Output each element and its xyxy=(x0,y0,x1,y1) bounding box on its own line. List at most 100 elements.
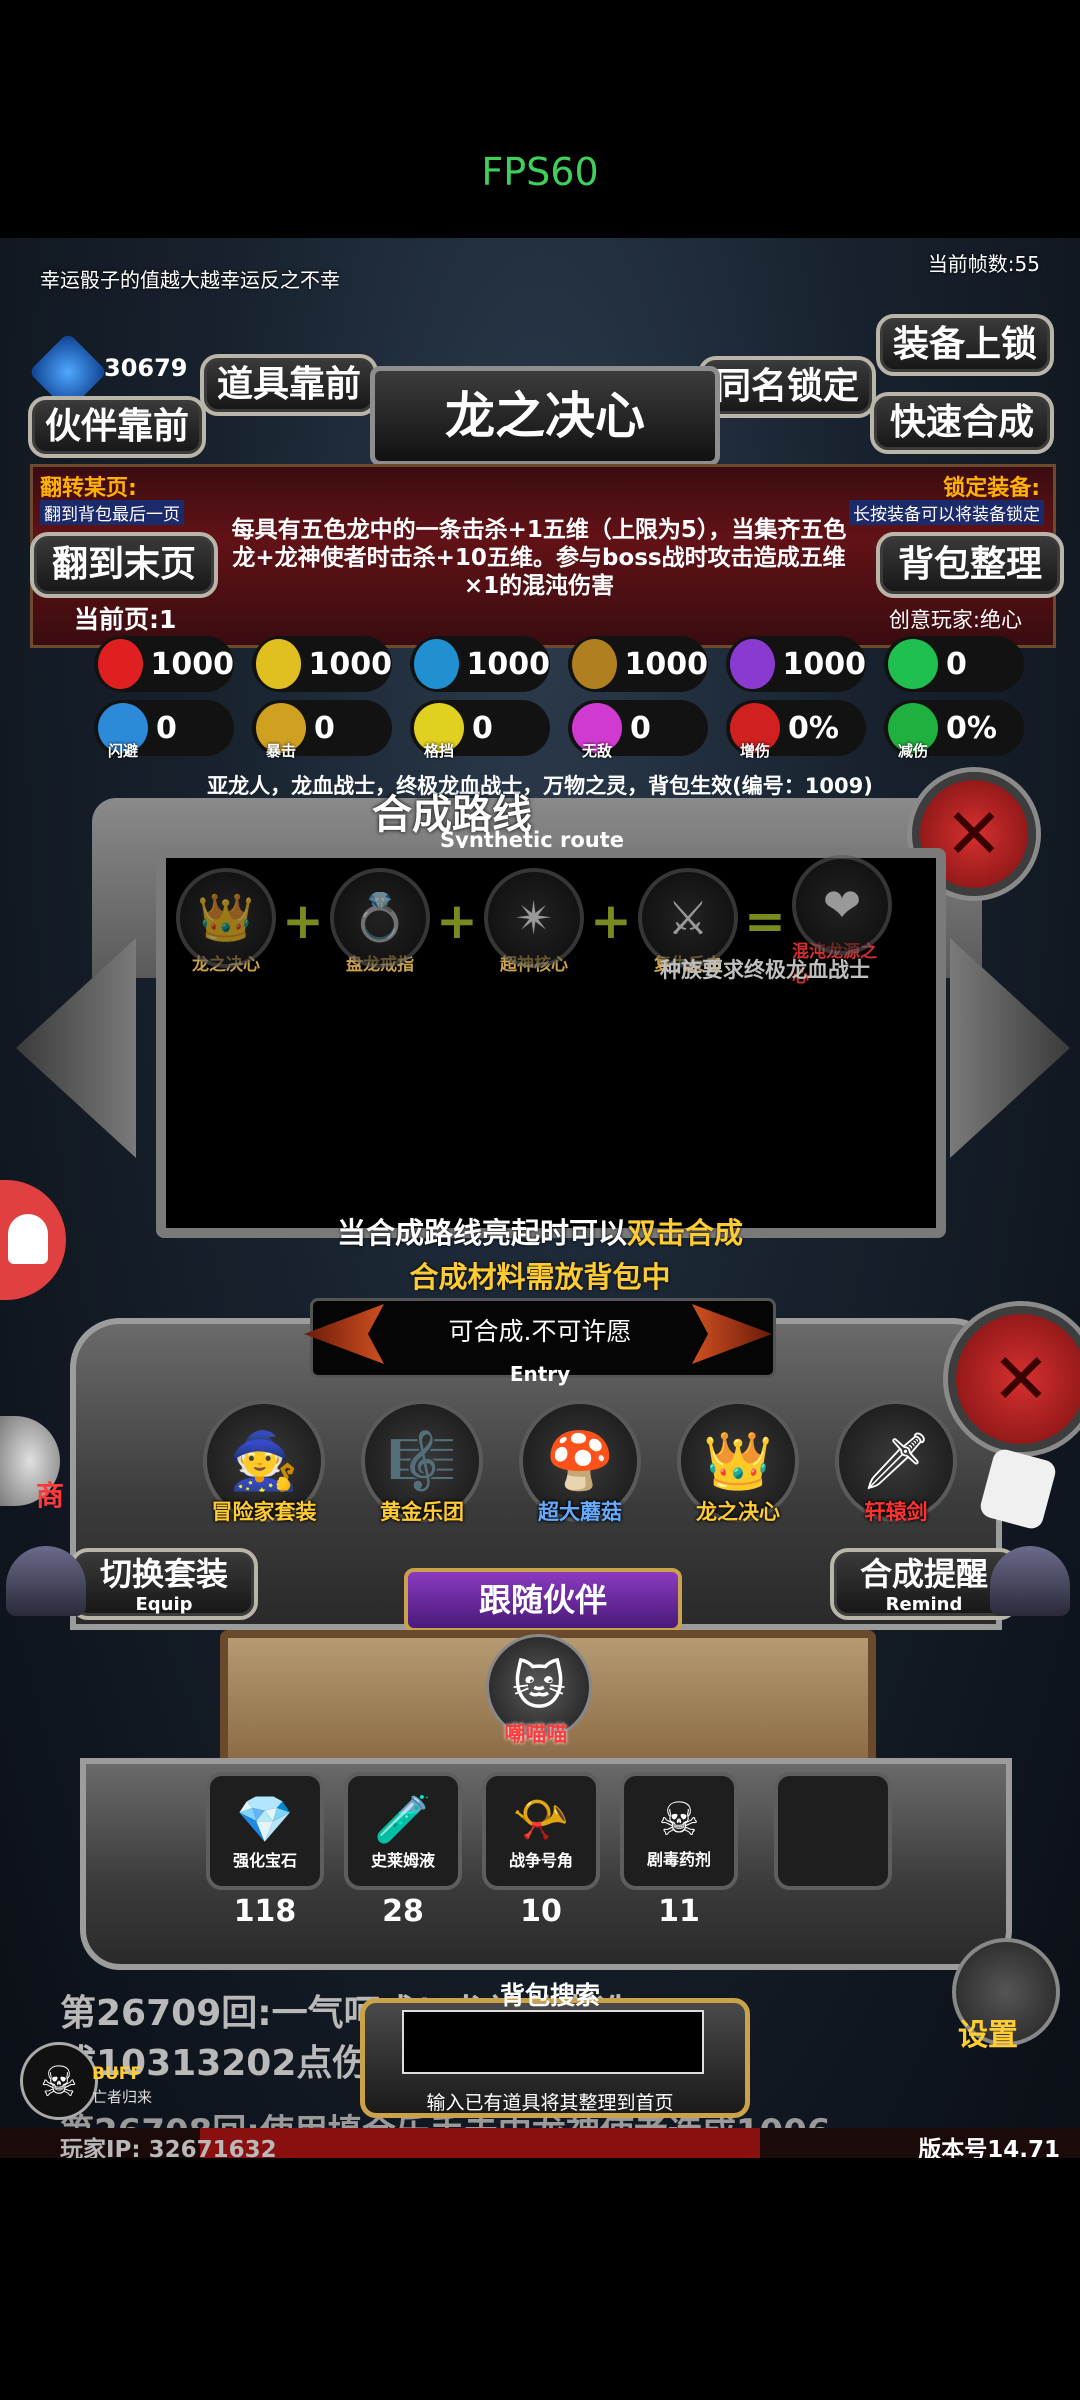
coin-count: 30679 xyxy=(104,354,188,382)
quick-craft-button[interactable]: 快速合成 xyxy=(870,392,1054,454)
buff-label: BUFF xyxy=(92,2064,142,2084)
stat-strength: 1000 xyxy=(252,636,392,692)
stat-heart: 1000 xyxy=(94,636,234,692)
consumable-slot: 📯 战争号角 xyxy=(482,1772,600,1890)
flip-page-label: 翻转某页: xyxy=(40,476,137,501)
consumable-name: 史莱姆液 xyxy=(370,1850,435,1870)
consumable-item[interactable]: 💎 强化宝石 118 xyxy=(206,1772,324,1929)
entry-item[interactable]: 🎼 黄金乐团 xyxy=(358,1400,486,1526)
entry-item[interactable]: 🍄 超大蘑菇 xyxy=(516,1400,644,1526)
plus-icon: + xyxy=(436,892,478,950)
stat-label: 暴击 xyxy=(266,742,297,760)
entry-item-label: 黄金乐团 xyxy=(380,1500,464,1524)
item-front-button[interactable]: 道具靠前 xyxy=(200,354,378,416)
follow-partner-banner: 跟随伙伴 xyxy=(404,1568,682,1632)
plus-icon: + xyxy=(590,892,632,950)
version-label: 版本号14.71 xyxy=(918,2137,1060,2158)
helmet-icon xyxy=(414,639,459,689)
clover-icon xyxy=(888,639,938,689)
consumable-item[interactable]: 🧪 史莱姆液 28 xyxy=(344,1772,462,1929)
settings-label: 设置 xyxy=(958,2018,1018,2053)
consumable-count: 11 xyxy=(658,1894,700,1929)
helmet-left-icon xyxy=(6,1546,86,1616)
motto-text: 幸运骰子的值越大越幸运反之不幸 xyxy=(40,268,340,292)
switch-equip-label: 切换套装 xyxy=(99,1555,228,1593)
stat-value: 0% xyxy=(946,710,997,746)
dragon-heart-icon: ❤ xyxy=(792,855,892,955)
entry-item-label: 超大蘑菇 xyxy=(538,1500,622,1524)
route-hint-highlight: 双击合成 xyxy=(627,1216,744,1250)
plus-icon: + xyxy=(282,892,324,950)
bag-search-input[interactable] xyxy=(402,2010,704,2074)
route-item[interactable]: ✴超神核心 xyxy=(484,867,584,975)
warrior-icon: ⚔ xyxy=(638,867,738,968)
poison-icon: ☠ xyxy=(658,1792,700,1846)
stat-value: 0% xyxy=(788,710,839,746)
stat-value: 0 xyxy=(472,710,493,746)
frame-count: 当前帧数:55 xyxy=(927,252,1040,276)
stat-label: 闪避 xyxy=(108,742,139,760)
consumable-slot: 🧪 史莱姆液 xyxy=(344,1772,462,1890)
stat-value: 1000 xyxy=(150,646,235,682)
entry-items: 🧙 冒险家套装 🎼 黄金乐团 🍄 超大蘑菇 👑 龙之决心 🗡 轩辕剑 xyxy=(200,1400,960,1526)
bag-search-hint: 输入已有道具将其整理到首页 xyxy=(426,2092,674,2114)
switch-equip-button[interactable]: 切换套装 Equip xyxy=(70,1548,258,1620)
stat-label: 减伤 xyxy=(898,742,929,760)
potion-icon: 🧪 xyxy=(374,1791,432,1846)
stat-lightning: 1000 xyxy=(726,636,866,692)
sword-icon xyxy=(572,639,617,689)
helmet-right-icon xyxy=(990,1546,1070,1616)
close-icon: ✕ xyxy=(944,793,1004,875)
stat-helmet: 1000 xyxy=(410,636,550,692)
consumable-item[interactable]: 📯 战争号角 10 xyxy=(482,1772,600,1929)
craft-remind-sub: Remind xyxy=(885,1594,963,1615)
stat-value: 1000 xyxy=(466,646,551,682)
shop-label: 商 xyxy=(36,1479,65,1512)
heart-icon xyxy=(98,639,143,689)
stat-damage-down: 0% 减伤 xyxy=(884,700,1024,760)
bag-search-label: 背包搜索 xyxy=(499,1981,600,2010)
empty-slot[interactable] xyxy=(774,1772,892,1890)
switch-equip-sub: Equip xyxy=(135,1594,193,1615)
same-name-lock-button[interactable]: 同名锁定 xyxy=(698,356,876,418)
person-icon xyxy=(8,1214,48,1264)
flip-page-hint: 翻到背包最后一页 xyxy=(40,500,184,525)
entry-item[interactable]: 👑 龙之决心 xyxy=(674,1400,802,1526)
route-hint-line1: 当合成路线亮起时可以双击合成 xyxy=(0,1210,1080,1252)
route-prev-arrow[interactable] xyxy=(16,938,136,1158)
entry-item[interactable]: 🧙 冒险家套装 xyxy=(200,1400,328,1526)
route-item[interactable]: 💍盘龙戒指 xyxy=(330,867,430,975)
flip-last-button[interactable]: 翻到末页 xyxy=(30,532,218,598)
consumable-name: 战争号角 xyxy=(508,1850,573,1870)
stat-block: 0 格挡 xyxy=(410,700,550,760)
route-item[interactable]: 👑龙之决心 xyxy=(176,867,276,975)
route-next-arrow[interactable] xyxy=(950,938,1070,1158)
fps-counter: FPS60 xyxy=(481,150,599,194)
current-page: 当前页:1 xyxy=(74,605,177,634)
partner-front-button[interactable]: 伙伴靠前 xyxy=(28,396,206,458)
stat-value: 1000 xyxy=(624,646,709,682)
stat-crit: 0 暴击 xyxy=(252,700,392,760)
equip-lock-button[interactable]: 装备上锁 xyxy=(876,314,1054,376)
equals-icon: = xyxy=(744,892,786,950)
stat-value: 0 xyxy=(630,710,651,746)
game-screen: 幸运骰子的值越大越幸运反之不幸 当前帧数:55 30679 道具靠前 同名锁定 … xyxy=(0,238,1080,2158)
entry-item[interactable]: 🗡 轩辕剑 xyxy=(832,1400,960,1526)
stat-sword: 1000 xyxy=(568,636,708,692)
item-description: 每具有五色龙中的一条击杀+1五维（上限为5），当集齐五色龙+龙神使者时击杀+10… xyxy=(231,517,847,599)
bag-sort-button[interactable]: 背包整理 xyxy=(876,532,1064,598)
item-title: 龙之决心 xyxy=(370,366,720,466)
gem-icon: 💎 xyxy=(236,1791,294,1846)
flame-crown-icon: 👑 xyxy=(176,867,276,968)
stat-dodge: 0 闪避 xyxy=(94,700,234,760)
stat-value: 0 xyxy=(156,710,177,746)
effect-line: 亚龙人，龙血战士，终极龙血战士，万物之灵，背包生效(编号：1009) xyxy=(207,774,873,798)
consumable-count: 118 xyxy=(233,1894,297,1929)
consumable-slot: 💎 强化宝石 xyxy=(206,1772,324,1890)
skull-icon[interactable]: ☠ xyxy=(20,2042,98,2120)
consumable-item[interactable]: ☠ 剧毒药剂 11 xyxy=(620,1772,738,1929)
route-hint-prefix: 当合成路线亮起时可以 xyxy=(336,1216,627,1250)
consumable-name: 强化宝石 xyxy=(232,1850,297,1870)
entry-label: Entry xyxy=(509,1362,571,1386)
lightning-icon xyxy=(730,639,775,689)
